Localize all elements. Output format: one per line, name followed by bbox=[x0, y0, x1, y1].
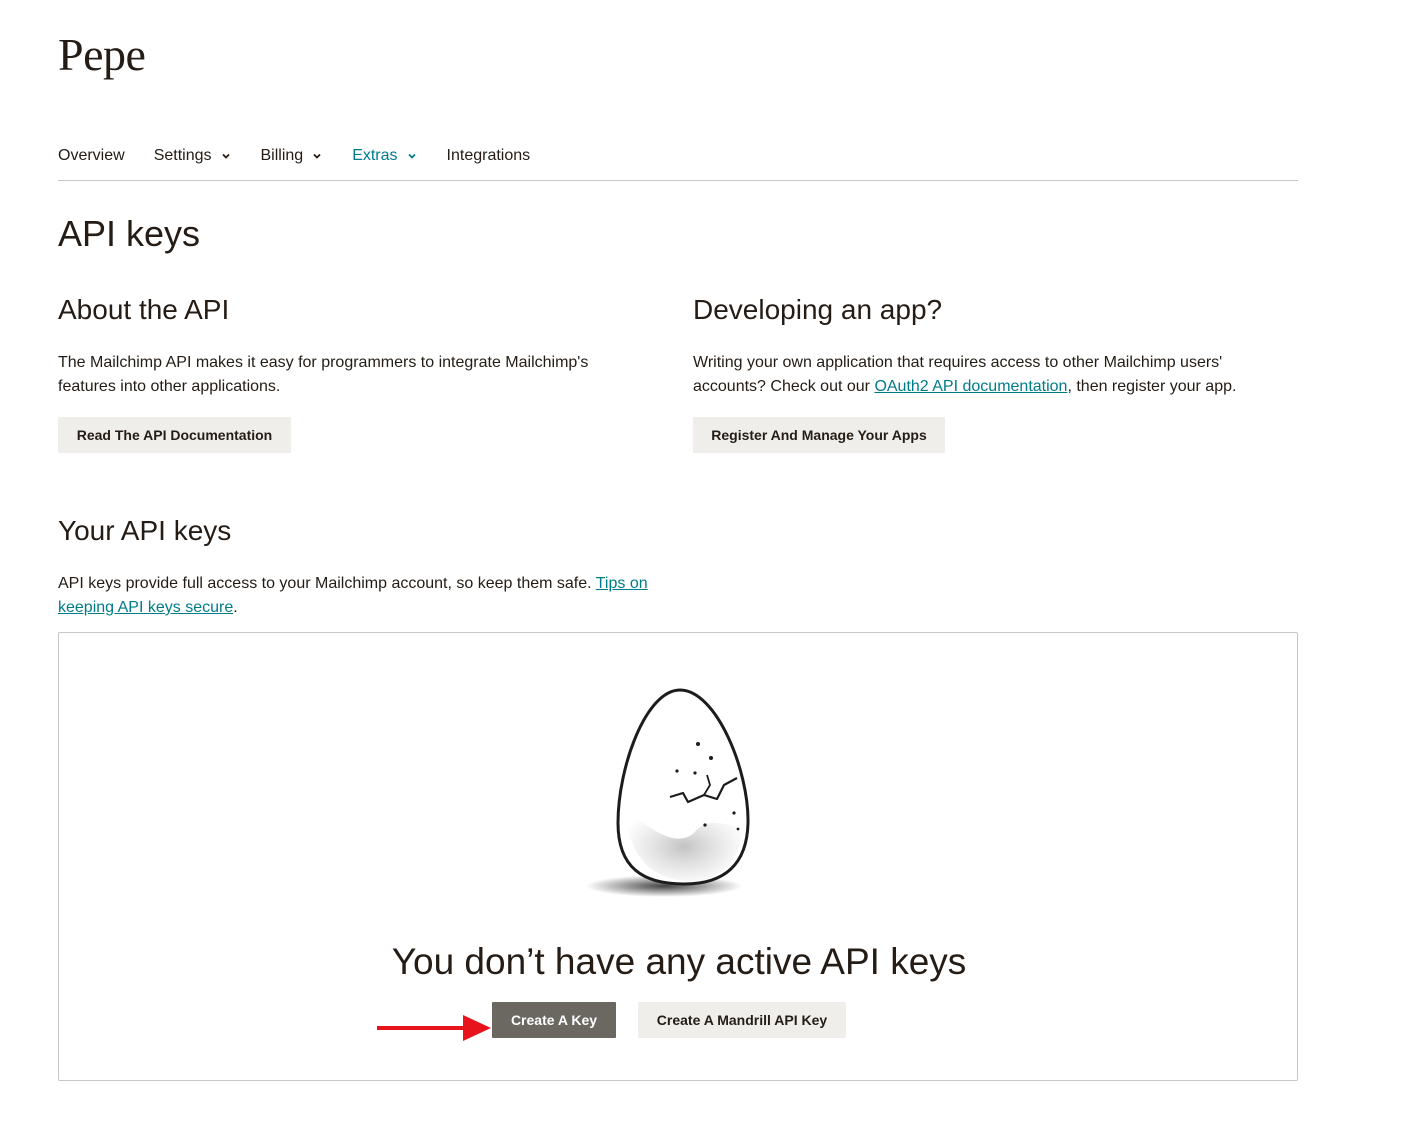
account-name: Pepe bbox=[58, 29, 146, 80]
create-mandrill-key-button[interactable]: Create A Mandrill API Key bbox=[638, 1002, 846, 1038]
nav-item-label: Extras bbox=[352, 147, 398, 164]
account-nav: Overview Settings Billing Extras Integra… bbox=[58, 144, 1298, 181]
developing-app-text: Writing your own application that requir… bbox=[693, 351, 1293, 399]
register-manage-apps-button[interactable]: Register And Manage Your Apps bbox=[693, 417, 945, 453]
nav-item-integrations[interactable]: Integrations bbox=[447, 144, 531, 168]
nav-item-label: Integrations bbox=[446, 147, 531, 164]
create-key-button[interactable]: Create A Key bbox=[492, 1002, 616, 1038]
chevron-down-icon bbox=[220, 150, 232, 162]
api-keys-empty-state: You don’t have any active API keys Creat… bbox=[58, 632, 1298, 1081]
your-api-keys-text-start: API keys provide full access to your Mai… bbox=[58, 575, 596, 592]
nav-item-billing[interactable]: Billing bbox=[261, 144, 324, 168]
oauth2-docs-link[interactable]: OAuth2 API documentation bbox=[874, 378, 1067, 395]
page: Pepe Overview Settings Billing Extras In… bbox=[0, 0, 1411, 1132]
cracked-egg-illustration bbox=[586, 688, 750, 897]
nav-item-label: Settings bbox=[153, 147, 212, 164]
empty-state-title: You don’t have any active API keys bbox=[391, 941, 967, 982]
red-arrow-annotation bbox=[377, 1015, 491, 1041]
about-api-title: About the API bbox=[58, 294, 230, 325]
about-api-text: The Mailchimp API makes it easy for prog… bbox=[58, 354, 589, 395]
nav-item-label: Billing bbox=[260, 147, 304, 164]
your-api-keys-text-end: . bbox=[233, 599, 238, 616]
developing-app-title: Developing an app? bbox=[693, 294, 943, 325]
nav-item-settings[interactable]: Settings bbox=[154, 144, 232, 168]
nav-item-overview[interactable]: Overview bbox=[58, 144, 125, 168]
chevron-down-icon bbox=[406, 150, 418, 162]
page-title: API keys bbox=[58, 213, 201, 254]
nav-item-extras[interactable]: Extras bbox=[352, 144, 417, 168]
read-api-docs-button[interactable]: Read The API Documentation bbox=[58, 417, 291, 453]
developing-app-text-end: , then register your app. bbox=[1067, 378, 1237, 395]
your-api-keys-text: API keys provide full access to your Mai… bbox=[58, 572, 688, 620]
your-api-keys-title: Your API keys bbox=[58, 515, 232, 546]
nav-item-label: Overview bbox=[58, 147, 125, 164]
chevron-down-icon bbox=[311, 150, 323, 162]
